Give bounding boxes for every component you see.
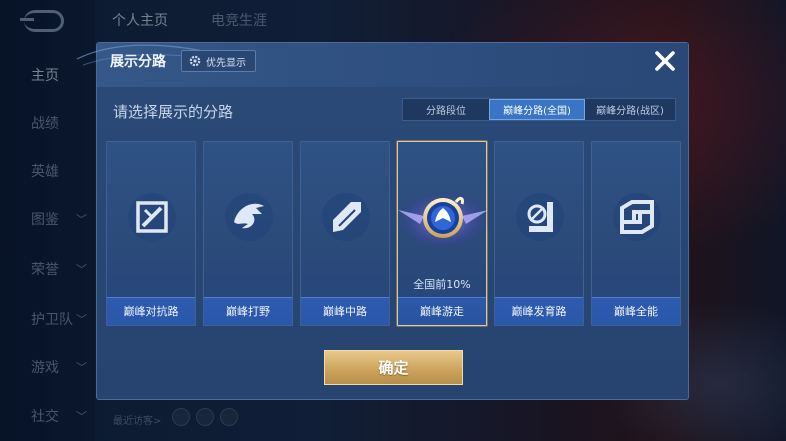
lane-card-mid[interactable]: 巅峰中路	[300, 141, 390, 326]
all-round-icon	[613, 193, 661, 241]
lane-card-clash[interactable]: 巅峰对抗路	[106, 141, 196, 326]
lane-card-farm[interactable]: 巅峰发育路	[494, 141, 584, 326]
segment-peak-national[interactable]: 巅峰分路(全国)	[489, 99, 585, 120]
confirm-button[interactable]: 确定	[324, 350, 463, 385]
close-icon[interactable]	[651, 47, 679, 75]
roam-badge-icon	[395, 190, 491, 250]
screen: 主页 战绩 英雄 图鉴 ﹀ 荣誉 ﹀ 护卫队 ﹀ 游戏 ﹀ 社交 ﹀ 个人主页 …	[0, 0, 786, 441]
lane-card-roam[interactable]: 全国前10% 巅峰游走	[395, 141, 491, 326]
clash-lane-icon	[128, 193, 176, 241]
lane-card-label: 巅峰对抗路	[123, 305, 179, 318]
rank-percentile: 全国前10%	[413, 278, 471, 291]
dialog-title: 展示分路	[110, 54, 166, 70]
lane-cards: 巅峰对抗路 巅峰打野 巅峰中路 全国前10% 巅峰游走 巅峰发育路 巅峰全能	[106, 141, 682, 327]
lane-card-label: 巅峰中路	[323, 305, 367, 318]
gear-icon	[189, 55, 201, 67]
priority-display-label: 优先显示	[206, 57, 246, 69]
lane-card-label: 巅峰全能	[614, 305, 658, 318]
dialog-subtitle: 请选择展示的分路	[113, 103, 234, 121]
lane-card-label: 巅峰游走	[420, 305, 464, 318]
segment-peak-region[interactable]: 巅峰分路(战区)	[585, 99, 675, 120]
mid-lane-icon	[322, 193, 370, 241]
jungle-icon	[225, 193, 273, 241]
lane-card-jungle[interactable]: 巅峰打野	[203, 141, 293, 326]
lane-display-dialog: 展示分路 优先显示 请选择展示的分路 分路段位 巅峰分路(全国) 巅峰分路(战区…	[76, 42, 689, 400]
priority-display-button[interactable]: 优先显示	[181, 50, 256, 72]
lane-card-allround[interactable]: 巅峰全能	[591, 141, 681, 326]
farm-lane-icon	[516, 193, 564, 241]
lane-type-segmented-control: 分路段位 巅峰分路(全国) 巅峰分路(战区)	[402, 98, 676, 121]
lane-card-label: 巅峰发育路	[511, 305, 567, 318]
lane-card-label: 巅峰打野	[226, 305, 270, 318]
segment-lane-rank[interactable]: 分路段位	[403, 99, 489, 120]
